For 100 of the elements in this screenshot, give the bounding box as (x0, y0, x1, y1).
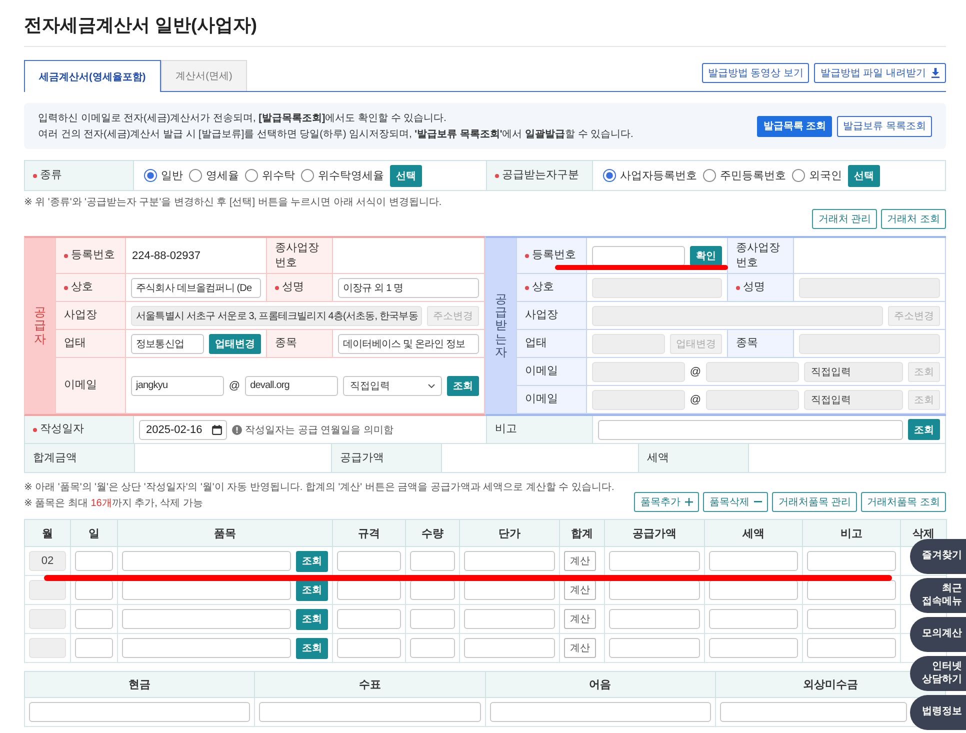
calculate-button[interactable]: 계산 (564, 551, 596, 571)
input-field[interactable] (464, 609, 555, 629)
input-field[interactable] (709, 638, 798, 658)
item-button[interactable]: 거래처품목 조회 (861, 492, 946, 512)
column-header: 일 (70, 520, 118, 546)
radio-option[interactable]: 일반 (144, 168, 183, 183)
radio-option[interactable]: 위수탁 (245, 168, 295, 183)
input-field[interactable]: devall.org (245, 376, 338, 396)
radio-option[interactable]: 영세율 (189, 168, 239, 183)
tab[interactable]: 계산서(면세) (160, 60, 248, 91)
item-button[interactable]: 품목삭제 (703, 492, 768, 512)
input-field[interactable] (122, 580, 291, 600)
lookup-button[interactable]: 조회 (908, 419, 940, 440)
list-button[interactable]: 발급목록 조회 (757, 116, 832, 136)
side-menu-button[interactable]: 최근 접속메뉴 (910, 578, 966, 613)
input-field[interactable] (259, 702, 480, 722)
side-menu-button[interactable]: 법령정보 (910, 695, 966, 730)
lookup-button[interactable]: 조회 (296, 608, 328, 630)
lookup-button[interactable]: 조회 (296, 638, 328, 658)
input-field[interactable] (609, 551, 700, 571)
input-field[interactable] (75, 551, 113, 571)
input-field[interactable] (75, 580, 113, 600)
info-text: 입력하신 이메일로 전자(세금)계산서가 전송되며, [발급목록조회]에서도 확인할 수 있습니다. (38, 112, 448, 124)
select-field[interactable]: 직접입력 (343, 376, 442, 396)
input-field[interactable] (122, 609, 291, 629)
input-field[interactable] (337, 580, 401, 600)
input-field[interactable] (598, 420, 903, 440)
input-field[interactable] (75, 638, 113, 658)
input-field[interactable] (490, 702, 711, 722)
calculate-button[interactable]: 계산 (564, 609, 596, 629)
hint-text: 작성일자는 공급 연월일을 의미함 (245, 424, 394, 436)
input-field[interactable] (464, 580, 555, 600)
input-field[interactable] (122, 638, 291, 658)
input-field[interactable] (592, 246, 685, 266)
calculate-button[interactable]: 계산 (564, 638, 596, 658)
action-button[interactable]: 조회 (447, 376, 480, 396)
input-field[interactable] (807, 638, 896, 658)
radio-option[interactable]: 위수탁영세율 (301, 168, 384, 183)
list-button[interactable]: 발급보류 목록조회 (837, 116, 932, 136)
column-header: 현금 (24, 672, 255, 698)
required-mark-icon (495, 174, 499, 178)
input-field[interactable] (709, 609, 798, 629)
partner-button[interactable]: 거래처 조회 (881, 209, 946, 229)
input-field[interactable] (807, 580, 896, 600)
radio-option[interactable]: 주민등록번호 (703, 168, 786, 183)
input-field[interactable]: 정보통신업 (131, 334, 204, 354)
input-field[interactable] (410, 551, 455, 571)
input-field[interactable] (337, 551, 401, 571)
input-field[interactable] (709, 551, 798, 571)
input-field[interactable] (464, 638, 555, 658)
radio-option[interactable]: 사업자등록번호 (603, 168, 697, 183)
guide-button[interactable]: 발급방법 동영상 보기 (702, 62, 810, 82)
input-field[interactable] (807, 609, 896, 629)
action-button[interactable]: 업태변경 (209, 334, 261, 354)
field-label: 세액 (647, 450, 669, 466)
input-field[interactable] (337, 609, 401, 629)
side-menu-button[interactable]: 즐겨찾기 (910, 539, 966, 574)
radio-option[interactable]: 외국인 (792, 168, 842, 183)
select-button[interactable]: 선택 (848, 164, 880, 186)
field-label: 이메일 (525, 364, 558, 379)
input-field[interactable] (609, 609, 700, 629)
required-mark-icon (275, 286, 279, 290)
guide-button[interactable]: 발급방법 파일 내려받기 (814, 62, 946, 82)
month-field (29, 609, 66, 629)
input-field[interactable] (464, 551, 555, 571)
field-label: 사업장 (64, 308, 97, 323)
calendar-icon (212, 424, 222, 434)
calculate-button[interactable]: 계산 (564, 580, 596, 600)
lookup-button[interactable]: 조회 (296, 580, 328, 600)
item-button[interactable]: 품목추가 (634, 492, 700, 512)
info-text: 여러 건의 전자(세금)계산서 발급 시 [발급보류]를 선택하면 당일(하루) 임시저장되며, '발급보류 목록조회'에서 일괄발급할 수 있습니다. (38, 128, 634, 140)
input-field[interactable] (337, 638, 401, 658)
item-button[interactable]: 거래처품목 관리 (772, 492, 858, 512)
action-button[interactable]: 확인 (690, 246, 722, 266)
input-field[interactable] (720, 702, 907, 722)
input-field[interactable] (609, 580, 700, 600)
input-field[interactable]: 이장규 외 1 명 (338, 278, 479, 298)
input-field[interactable] (122, 551, 291, 571)
partner-button[interactable]: 거래처 관리 (812, 209, 878, 229)
input-field[interactable]: 주식회사 데브올컴퍼니 (De (131, 278, 261, 298)
input-field[interactable] (807, 551, 896, 571)
input-field[interactable]: 데이터베이스 및 온라인 정보 (338, 334, 479, 354)
input-field[interactable] (29, 702, 250, 722)
tab[interactable]: 세금계산서(영세율포함) (24, 60, 161, 92)
input-field[interactable] (410, 609, 455, 629)
input-field[interactable] (410, 580, 455, 600)
input-field[interactable] (410, 638, 455, 658)
input-field[interactable] (609, 638, 700, 658)
input-field[interactable] (709, 580, 798, 600)
month-field (29, 638, 66, 658)
input-field[interactable]: jangkyu (131, 376, 224, 396)
lookup-button[interactable]: 조회 (296, 550, 328, 572)
party-heading: 공급받는자 (495, 293, 507, 359)
date-field[interactable]: 2025-02-16 (139, 420, 227, 440)
side-menu-button[interactable]: 모의계산 (910, 617, 966, 652)
select-button[interactable]: 선택 (390, 164, 422, 186)
input-field[interactable] (75, 609, 113, 629)
side-menu-button[interactable]: 인터넷 상담하기 (910, 656, 966, 691)
field-label: 공급가액 (340, 450, 384, 466)
field-label: 사업장 (525, 308, 558, 323)
